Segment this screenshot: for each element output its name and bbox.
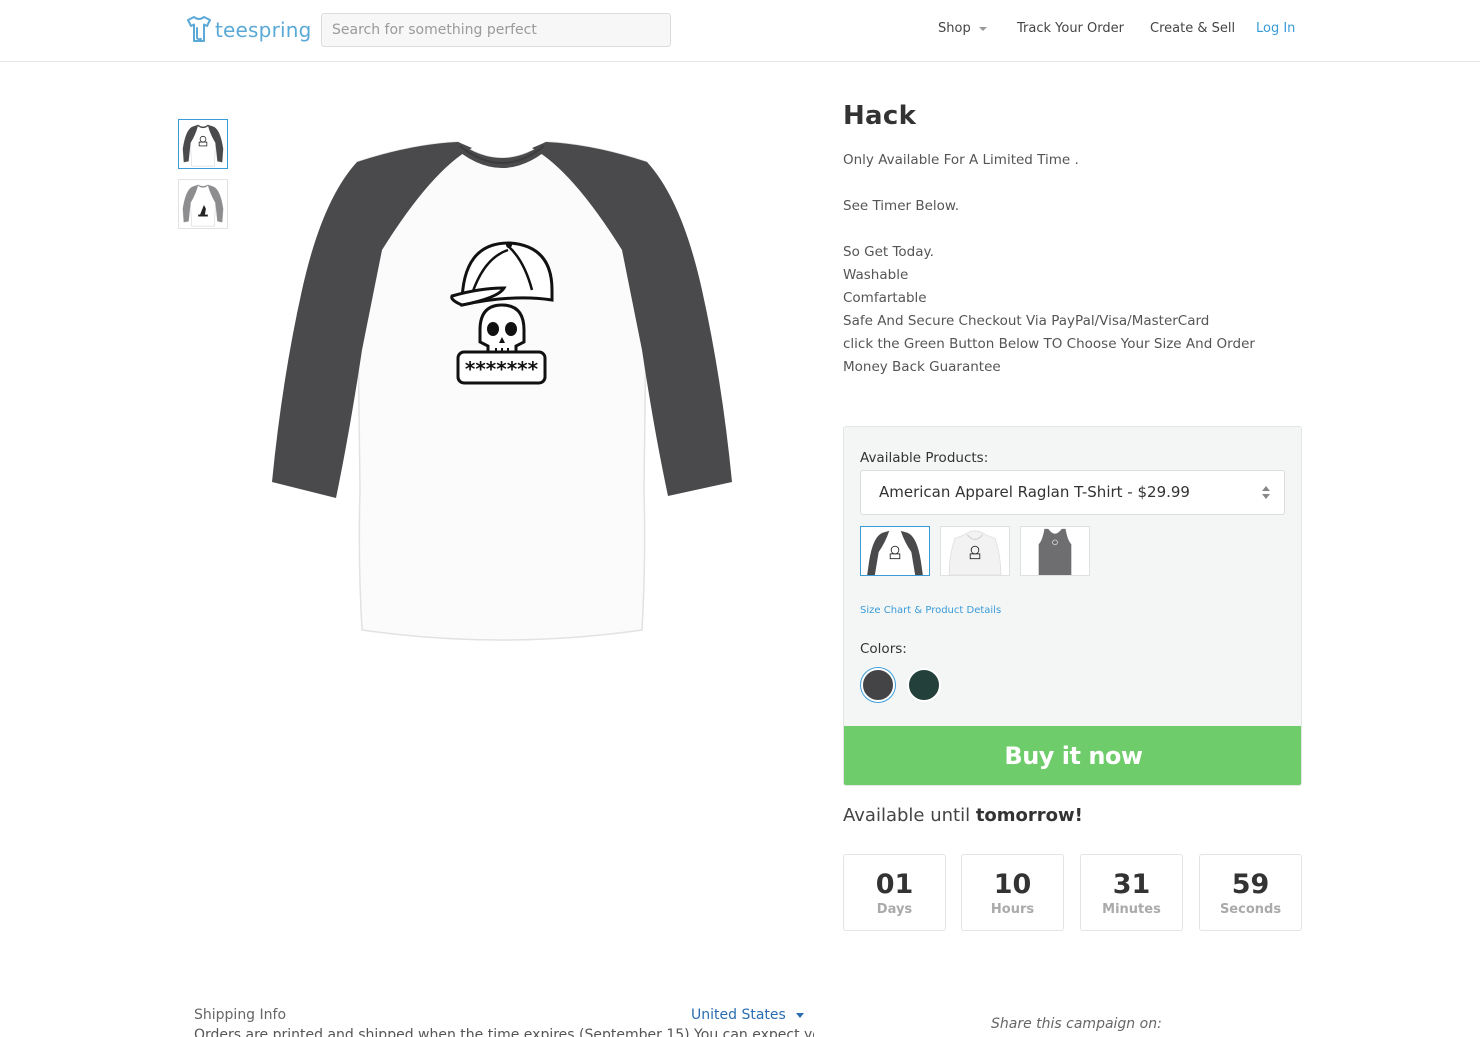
description-line: Washable <box>843 267 909 283</box>
chevron-down-icon <box>978 26 987 31</box>
countdown-hours: 10 Hours <box>961 854 1064 931</box>
colors-label: Colors: <box>860 641 907 657</box>
gallery-thumb-front[interactable] <box>178 119 228 169</box>
hoodie-icon <box>948 530 1002 575</box>
color-swatch-forest[interactable] <box>907 668 941 702</box>
country-label: United States <box>691 1007 786 1023</box>
nav-create-sell[interactable]: Create & Sell <box>1150 21 1235 36</box>
raglan-shirt-icon <box>867 530 923 575</box>
description-line: Safe And Secure Checkout Via PayPal/Visa… <box>843 313 1210 329</box>
countdown-seconds: 59 Seconds <box>1199 854 1302 931</box>
search-input[interactable] <box>321 13 671 47</box>
tshirt-logo-icon <box>187 16 211 42</box>
availability-text: Available until tomorrow! <box>843 805 1083 826</box>
countdown-value: 59 <box>1231 869 1270 900</box>
countdown-days: 01 Days <box>843 854 946 931</box>
nav-log-in[interactable]: Log In <box>1256 21 1295 36</box>
availability-when: tomorrow! <box>975 805 1083 826</box>
share-campaign-label: Share this campaign on: <box>991 1016 1162 1032</box>
description-line: See Timer Below. <box>843 198 960 214</box>
product-main-image: ******* <box>272 141 732 641</box>
countdown-label: Days <box>876 902 913 917</box>
description-line: Money Back Guarantee <box>843 359 1001 375</box>
product-description: Only Available For A Limited Time . See … <box>843 149 1255 379</box>
product-option-raglan[interactable] <box>860 526 930 576</box>
teespring-logo[interactable]: teespring <box>185 14 312 46</box>
available-products-label: Available Products: <box>860 450 989 466</box>
product-option-tank[interactable] <box>1020 526 1090 576</box>
countdown-minutes: 31 Minutes <box>1080 854 1183 931</box>
shipping-info-text: Orders are printed and shipped when the … <box>194 1027 814 1037</box>
countdown-label: Minutes <box>1102 902 1161 917</box>
nav-track-order[interactable]: Track Your Order <box>1017 21 1124 36</box>
size-chart-link[interactable]: Size Chart & Product Details <box>860 605 1001 616</box>
logo-text: teespring <box>215 18 312 42</box>
description-line: Comfartable <box>843 290 927 306</box>
tank-top-icon <box>1038 528 1072 575</box>
product-option-hoodie[interactable] <box>940 526 1010 576</box>
countdown-label: Seconds <box>1219 902 1282 917</box>
countdown-label: Hours <box>990 902 1035 917</box>
description-line: click the Green Button Below TO Choose Y… <box>843 336 1255 352</box>
purchase-panel: Available Products: American Apparel Rag… <box>843 426 1302 786</box>
raglan-front-thumb-image <box>182 124 224 167</box>
raglan-back-thumb-image <box>182 184 224 227</box>
product-select[interactable]: American Apparel Raglan T-Shirt - $29.99 <box>860 470 1285 515</box>
buy-it-now-button[interactable]: Buy it now <box>844 726 1301 785</box>
countdown-value: 31 <box>1112 869 1151 900</box>
chevron-down-icon <box>795 1012 804 1018</box>
description-line: So Get Today. <box>843 244 934 260</box>
password-mask-text: ******* <box>465 357 539 381</box>
availability-prefix: Available until <box>843 805 971 826</box>
gallery-thumb-back[interactable] <box>178 179 228 229</box>
color-swatch-charcoal[interactable] <box>861 668 895 702</box>
countdown-value: 10 <box>993 869 1032 900</box>
site-header: teespring Shop Track Your Order Create &… <box>0 0 1480 62</box>
select-arrows-icon <box>1262 486 1270 500</box>
nav-shop[interactable]: Shop <box>938 21 987 36</box>
countdown-value: 01 <box>875 869 914 900</box>
product-title: Hack <box>843 101 917 131</box>
country-select[interactable]: United States <box>691 1007 804 1023</box>
selected-product-text: American Apparel Raglan T-Shirt - $29.99 <box>879 483 1190 501</box>
nav-shop-label: Shop <box>938 21 971 36</box>
description-line: Only Available For A Limited Time . <box>843 152 1079 168</box>
shipping-info-title: Shipping Info <box>194 1007 287 1023</box>
